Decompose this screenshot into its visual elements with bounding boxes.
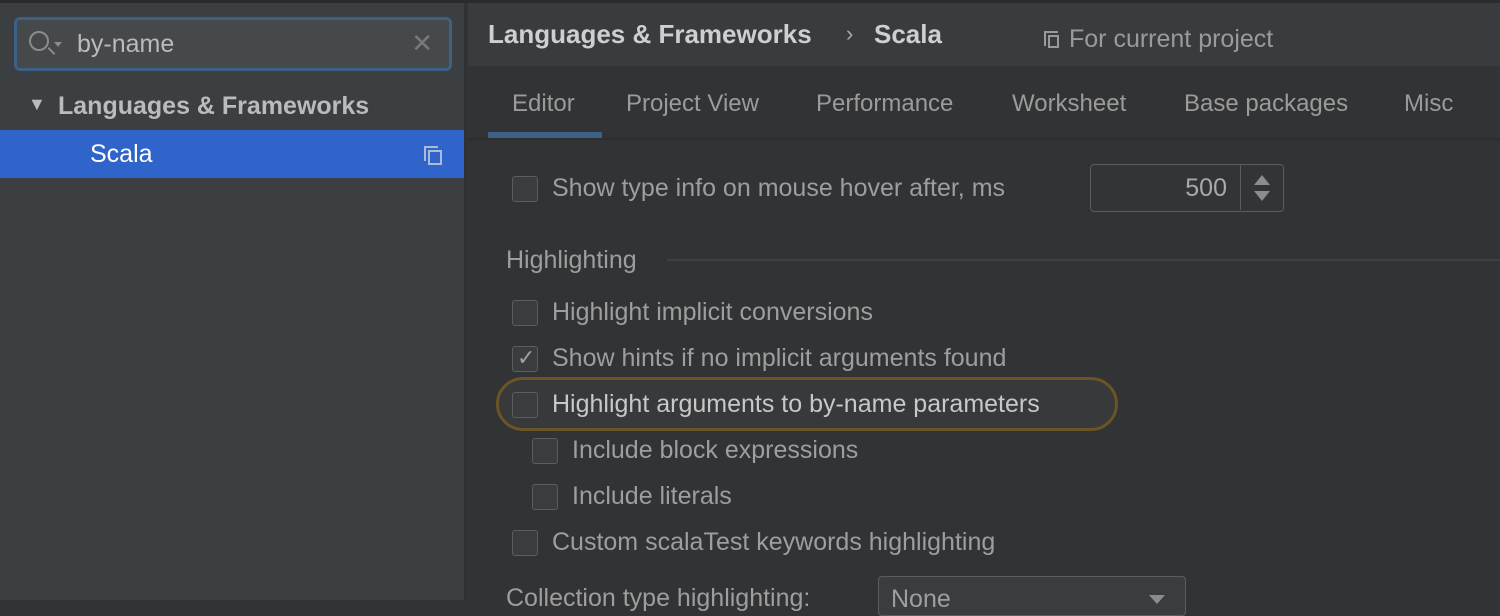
search-input[interactable]: by-name ✕ [14,17,452,71]
tab-worksheet[interactable]: Worksheet [1012,90,1126,118]
breadcrumb-parent[interactable]: Languages & Frameworks [488,19,812,50]
checkbox[interactable] [512,392,538,418]
spinner-up-icon[interactable] [1254,175,1270,185]
tab-misc[interactable]: Misc [1404,90,1453,118]
section-divider [667,259,1500,261]
checkbox[interactable] [512,530,538,556]
checkbox-checked[interactable] [512,345,538,372]
tree-item-label: Scala [90,140,153,168]
hover-info-checkbox[interactable] [512,176,538,202]
clear-search-icon[interactable]: ✕ [411,28,433,59]
checkbox[interactable] [532,438,558,464]
spinner-divider [1239,165,1241,210]
tab-bar: Editor Project View Performance Workshee… [468,66,1500,140]
tab-editor[interactable]: Editor [512,90,575,118]
search-value[interactable]: by-name [77,30,174,59]
option-label: Highlight implicit conversions [552,298,873,326]
search-history-dropdown-icon[interactable] [54,42,62,51]
project-settings-icon [424,146,442,165]
option-label: Show type info on mouse hover after, ms [552,174,1006,202]
tab-base-packages[interactable]: Base packages [1184,90,1348,118]
option-label: Include literals [572,482,732,510]
scope-text: For current project [1069,25,1274,53]
highlighting-section-title: Highlighting [506,246,637,274]
option-label: Highlight arguments to by-name parameter… [552,390,1040,418]
breadcrumb-current: Scala [874,19,942,49]
scope-label: For current project [1044,25,1274,54]
spinner-down-icon[interactable] [1254,191,1270,201]
active-tab-indicator [488,132,602,138]
tree-item-label: Languages & Frameworks [58,92,370,120]
breadcrumb-separator-icon: › [846,21,854,46]
project-settings-icon [1044,31,1059,48]
search-icon[interactable] [29,31,49,51]
settings-header: Languages & Frameworks › Scala For curre… [468,3,1500,66]
option-label: Custom scalaTest keywords highlighting [552,528,996,556]
collection-highlighting-label: Collection type highlighting: [506,584,811,612]
tab-performance[interactable]: Performance [816,90,953,118]
tree-item-languages-frameworks[interactable]: ▼ Languages & Frameworks [0,84,464,132]
tree-item-scala[interactable]: Scala [0,130,464,178]
sidebar: by-name ✕ ▼ Languages & Frameworks Scala [0,3,466,600]
spinner-value[interactable]: 500 [1185,174,1227,203]
expand-arrow-icon[interactable]: ▼ [28,94,46,115]
checkbox[interactable] [532,484,558,510]
hover-delay-spinner[interactable]: 500 [1090,164,1284,212]
chevron-down-icon [1149,595,1165,612]
option-label: Include block expressions [572,436,859,464]
checkbox[interactable] [512,300,538,326]
collection-highlighting-select[interactable]: None [878,576,1186,616]
option-label: Show hints if no implicit arguments foun… [552,344,1007,372]
tab-project-view[interactable]: Project View [626,90,759,118]
